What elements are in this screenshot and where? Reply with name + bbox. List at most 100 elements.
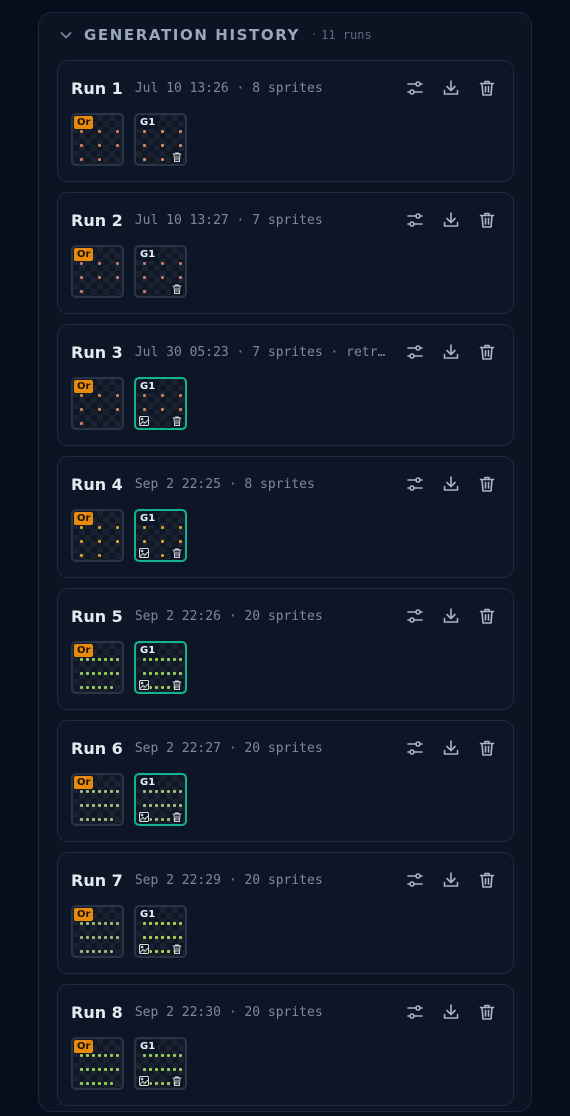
sprite	[80, 936, 83, 939]
generated-thumbnail[interactable]: G1	[134, 773, 187, 826]
sprite	[98, 672, 101, 675]
download-button[interactable]	[441, 1002, 461, 1022]
sprite	[110, 672, 113, 675]
sliders-button[interactable]	[405, 870, 425, 890]
original-thumbnail[interactable]: Or	[71, 773, 124, 826]
thumbnail-row: Or G1	[71, 773, 187, 826]
sprite	[179, 276, 182, 279]
generated-thumbnail[interactable]: G1	[134, 113, 187, 166]
download-button[interactable]	[441, 870, 461, 890]
sprite	[149, 658, 152, 661]
run-label: Run 5	[71, 606, 123, 626]
sprite	[92, 672, 95, 675]
sprite	[80, 276, 83, 279]
sprite	[80, 394, 83, 397]
sprite	[167, 658, 170, 661]
separator-dot: ·	[312, 27, 317, 43]
sprite	[86, 950, 89, 953]
original-thumbnail[interactable]: Or	[71, 377, 124, 430]
trash-icon[interactable]	[171, 943, 183, 955]
trash-icon[interactable]	[171, 811, 183, 823]
thumbnail-row: Or G1	[71, 245, 187, 298]
download-button[interactable]	[441, 78, 461, 98]
generation-badge: G1	[137, 1040, 159, 1053]
sprite	[80, 554, 83, 557]
generated-thumbnail[interactable]: G1	[134, 1037, 187, 1090]
generated-thumbnail[interactable]: G1	[134, 509, 187, 562]
sprite	[143, 540, 146, 543]
sprite-sheet-preview	[77, 655, 119, 689]
sprite	[110, 950, 113, 953]
sliders-button[interactable]	[405, 1002, 425, 1022]
sliders-button[interactable]	[405, 606, 425, 626]
original-thumbnail[interactable]: Or	[71, 1037, 124, 1090]
image-icon[interactable]	[138, 811, 150, 823]
download-button[interactable]	[441, 606, 461, 626]
trash-icon[interactable]	[171, 679, 183, 691]
trash-button[interactable]	[477, 606, 497, 626]
trash-button[interactable]	[477, 210, 497, 230]
download-button[interactable]	[441, 738, 461, 758]
sprite-sheet-preview	[77, 919, 119, 953]
run-meta: Sep 2 22:27 · 20 sprites	[134, 740, 323, 756]
sprite	[104, 672, 107, 675]
image-icon[interactable]	[138, 943, 150, 955]
trash-button[interactable]	[477, 474, 497, 494]
trash-button[interactable]	[477, 1002, 497, 1022]
sprite	[98, 1082, 101, 1085]
generated-thumbnail[interactable]: G1	[134, 905, 187, 958]
original-badge: Or	[74, 248, 94, 261]
sprite	[179, 1054, 182, 1057]
original-thumbnail[interactable]: Or	[71, 113, 124, 166]
sprite	[143, 790, 146, 793]
trash-button[interactable]	[477, 78, 497, 98]
original-thumbnail[interactable]: Or	[71, 905, 124, 958]
trash-icon[interactable]	[171, 547, 183, 559]
download-button[interactable]	[441, 210, 461, 230]
panel-header[interactable]: GENERATION HISTORY · 11 runs	[58, 22, 372, 48]
image-icon[interactable]	[138, 547, 150, 559]
sliders-button[interactable]	[405, 342, 425, 362]
thumbnail-row: Or G1	[71, 905, 187, 958]
sliders-button[interactable]	[405, 474, 425, 494]
trash-icon[interactable]	[171, 151, 183, 163]
original-thumbnail[interactable]: Or	[71, 509, 124, 562]
sprite	[110, 922, 113, 925]
image-icon[interactable]	[138, 679, 150, 691]
image-icon[interactable]	[138, 415, 150, 427]
run-meta: Jul 10 13:27 · 7 sprites	[134, 212, 323, 228]
sprite	[110, 1054, 113, 1057]
trash-icon[interactable]	[171, 415, 183, 427]
thumbnail-row: Or G1	[71, 1037, 187, 1090]
original-thumbnail[interactable]: Or	[71, 641, 124, 694]
image-icon[interactable]	[138, 1075, 150, 1087]
trash-button[interactable]	[477, 738, 497, 758]
trash-button[interactable]	[477, 870, 497, 890]
run-actions	[405, 474, 497, 494]
trash-icon[interactable]	[171, 1075, 183, 1087]
download-button[interactable]	[441, 474, 461, 494]
sliders-button[interactable]	[405, 738, 425, 758]
sprite	[161, 554, 164, 557]
sprite	[179, 922, 182, 925]
sprite	[167, 1054, 170, 1057]
sprite	[92, 790, 95, 793]
sliders-button[interactable]	[405, 78, 425, 98]
sprite	[167, 790, 170, 793]
sliders-button[interactable]	[405, 210, 425, 230]
chevron-down-icon[interactable]	[58, 27, 74, 43]
download-icon	[441, 78, 461, 98]
sprite	[155, 1068, 158, 1071]
generated-thumbnail[interactable]: G1	[134, 245, 187, 298]
generated-thumbnail[interactable]: G1	[134, 641, 187, 694]
sprite-sheet-preview	[77, 787, 119, 821]
trash-icon[interactable]	[171, 283, 183, 295]
sprite	[92, 950, 95, 953]
trash-button[interactable]	[477, 342, 497, 362]
sprite	[167, 686, 170, 689]
sprite	[116, 394, 119, 397]
download-button[interactable]	[441, 342, 461, 362]
original-thumbnail[interactable]: Or	[71, 245, 124, 298]
sprite	[110, 686, 113, 689]
generated-thumbnail[interactable]: G1	[134, 377, 187, 430]
